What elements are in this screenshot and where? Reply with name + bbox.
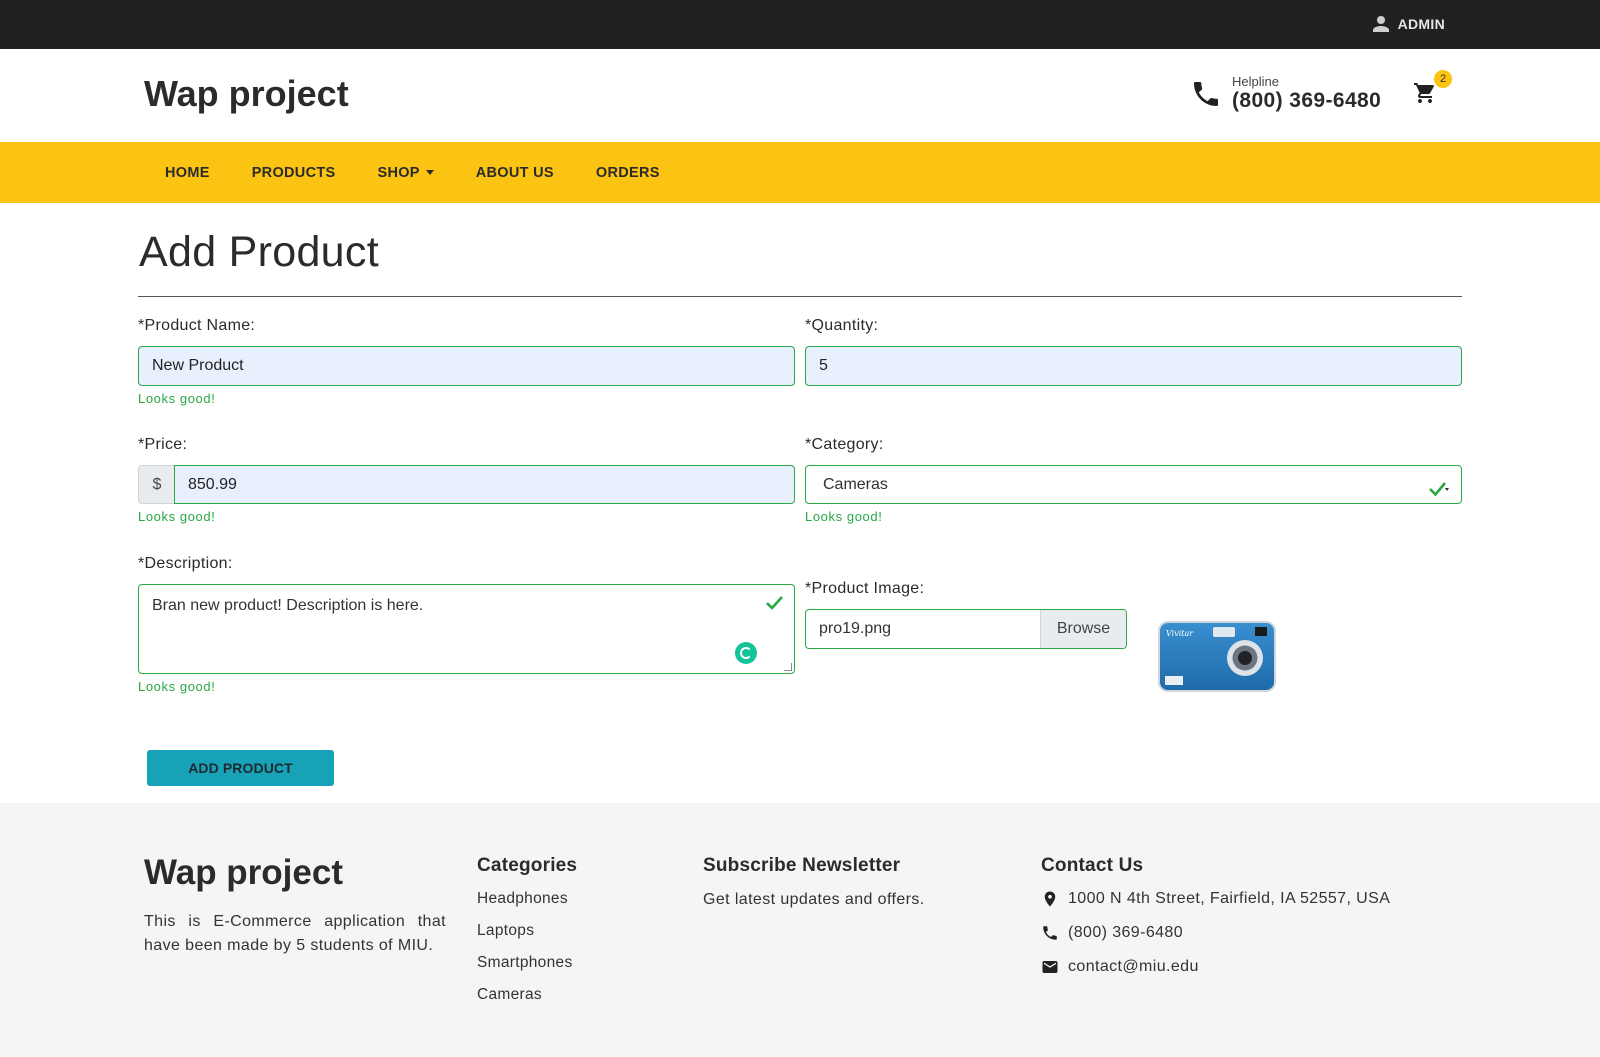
add-product-button[interactable]: ADD PRODUCT: [147, 750, 334, 786]
phone-icon: [1194, 82, 1218, 106]
newsletter-text: Get latest updates and offers.: [703, 891, 925, 908]
nav-item-label: ABOUT US: [475, 164, 554, 181]
site-header: Wap project Helpline (800) 369-6480 2: [0, 49, 1600, 143]
admin-menu[interactable]: ADMIN: [1371, 14, 1445, 34]
helpline: Helpline (800) 369-6480: [1190, 75, 1381, 113]
contact-phone: (800) 369-6480: [1041, 924, 1183, 942]
mail-icon: [1042, 961, 1058, 973]
footer-category-link[interactable]: Cameras: [477, 986, 573, 1018]
description-textarea[interactable]: Bran new product! Description is here.: [138, 584, 795, 674]
title-divider: [138, 296, 1462, 297]
site-footer: Wap project This is E-Commerce applicati…: [0, 803, 1600, 1057]
location-pin-icon: [1044, 891, 1056, 907]
categories-heading: Categories: [477, 855, 578, 876]
cart-button[interactable]: 2: [1413, 70, 1452, 107]
contact-email-text[interactable]: contact@miu.edu: [1068, 958, 1199, 976]
site-logo[interactable]: Wap project: [144, 73, 349, 115]
user-icon: [1372, 16, 1389, 32]
currency-prefix: $: [138, 465, 175, 504]
price-label: *Price:: [138, 436, 188, 453]
cart-count-badge: 2: [1434, 70, 1452, 88]
contact-heading: Contact Us: [1041, 855, 1144, 876]
nav-item-products[interactable]: PRODUCTS: [231, 165, 357, 181]
description-text: Bran new product! Description is here.: [152, 597, 424, 614]
page-title: Add Product: [139, 228, 379, 276]
contact-address: 1000 N 4th Street, Fairfield, IA 52557, …: [1041, 890, 1390, 908]
product-image-label: *Product Image:: [805, 580, 925, 597]
product-name-input[interactable]: New Product: [138, 346, 795, 386]
description-feedback: Looks good!: [138, 679, 216, 694]
main-nav: HOME PRODUCTS SHOP ABOUT US ORDERS: [0, 142, 1600, 203]
nav-item-label: PRODUCTS: [251, 164, 336, 181]
file-name: pro19.png: [819, 620, 892, 637]
contact-phone-text: (800) 369-6480: [1068, 924, 1184, 941]
footer-category-link[interactable]: Laptops: [477, 922, 573, 954]
camera-brand-text: Vivitar: [1166, 629, 1194, 638]
nav-item-shop[interactable]: SHOP: [356, 165, 454, 181]
admin-label: ADMIN: [1397, 16, 1445, 32]
resize-handle[interactable]: [784, 663, 792, 671]
quantity-input[interactable]: 5: [805, 346, 1462, 386]
nav-item-label: SHOP: [377, 164, 420, 181]
product-image-file-input[interactable]: pro19.png Browse: [805, 609, 1127, 649]
cart-icon: [1414, 83, 1434, 103]
quantity-label: *Quantity:: [805, 317, 879, 334]
category-select[interactable]: Cameras: [805, 465, 1462, 504]
contact-address-text: 1000 N 4th Street, Fairfield, IA 52557, …: [1068, 890, 1391, 907]
caret-down-icon: [425, 170, 434, 175]
product-image-preview: Vivitar: [1155, 620, 1277, 693]
footer-category-link[interactable]: Smartphones: [477, 954, 573, 986]
footer-about-text: This is E-Commerce application that have…: [144, 913, 446, 954]
category-label: *Category:: [805, 436, 884, 453]
checkmark-icon: [1429, 475, 1449, 497]
nav-item-label: ORDERS: [595, 164, 660, 181]
grammarly-icon[interactable]: [735, 642, 757, 664]
price-feedback: Looks good!: [138, 509, 216, 524]
nav-item-orders[interactable]: ORDERS: [575, 165, 681, 181]
contact-email: contact@miu.edu: [1041, 958, 1199, 976]
top-bar: ADMIN: [0, 0, 1600, 49]
price-input[interactable]: 850.99: [174, 465, 795, 504]
footer-category-list: Headphones Laptops Smartphones Cameras: [477, 890, 573, 1018]
helpline-number: (800) 369-6480: [1232, 89, 1382, 112]
helpline-label: Helpline: [1232, 74, 1279, 89]
footer-logo: Wap project: [144, 853, 343, 892]
category-selected-value: Cameras: [823, 476, 888, 493]
product-name-feedback: Looks good!: [138, 391, 216, 406]
browse-button[interactable]: Browse: [1040, 610, 1126, 648]
product-name-label: *Product Name:: [138, 317, 256, 334]
checkmark-icon: [766, 595, 784, 616]
nav-item-about-us[interactable]: ABOUT US: [455, 165, 575, 181]
nav-item-label: HOME: [165, 164, 210, 181]
newsletter-heading: Subscribe Newsletter: [703, 855, 901, 876]
category-feedback: Looks good!: [805, 509, 883, 524]
footer-category-link[interactable]: Headphones: [477, 890, 573, 922]
description-label: *Description:: [138, 555, 233, 572]
nav-item-home[interactable]: HOME: [144, 165, 231, 181]
phone-icon: [1043, 926, 1057, 940]
